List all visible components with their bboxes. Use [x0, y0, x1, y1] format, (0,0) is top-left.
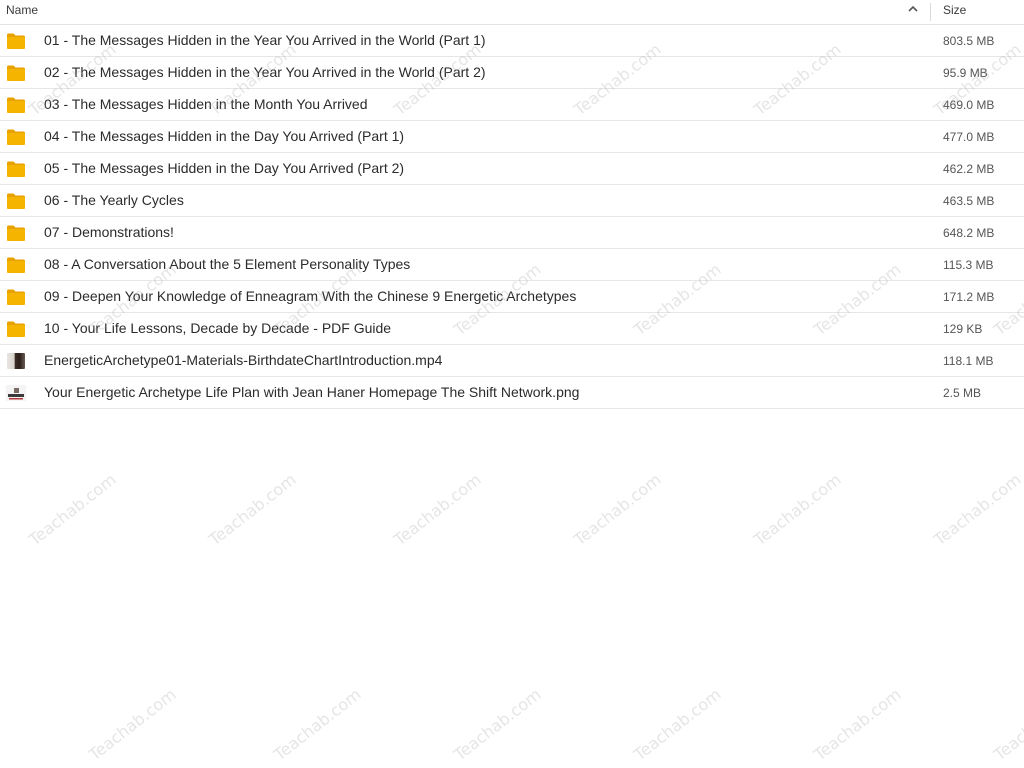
- file-row[interactable]: 07 - Demonstrations! 648.2 MB: [0, 217, 1024, 249]
- file-name[interactable]: 04 - The Messages Hidden in the Day You …: [44, 128, 404, 144]
- file-row[interactable]: 04 - The Messages Hidden in the Day You …: [0, 121, 1024, 153]
- watermark-text: Teachab.com: [570, 469, 665, 550]
- file-size: 648.2 MB: [943, 226, 995, 240]
- file-name[interactable]: 07 - Demonstrations!: [44, 224, 174, 240]
- file-row[interactable]: 06 - The Yearly Cycles 463.5 MB: [0, 185, 1024, 217]
- file-size: 95.9 MB: [943, 66, 988, 80]
- file-name[interactable]: Your Energetic Archetype Life Plan with …: [44, 384, 579, 400]
- file-row[interactable]: 03 - The Messages Hidden in the Month Yo…: [0, 89, 1024, 121]
- file-row[interactable]: EnergeticArchetype01-Materials-Birthdate…: [0, 345, 1024, 377]
- file-row[interactable]: 05 - The Messages Hidden in the Day You …: [0, 153, 1024, 185]
- file-name[interactable]: 05 - The Messages Hidden in the Day You …: [44, 160, 404, 176]
- folder-icon: [7, 289, 25, 305]
- file-name[interactable]: 08 - A Conversation About the 5 Element …: [44, 256, 410, 272]
- name-column-header[interactable]: Name: [6, 3, 38, 17]
- file-name[interactable]: 01 - The Messages Hidden in the Year You…: [44, 32, 486, 48]
- file-size: 129 KB: [943, 322, 983, 336]
- file-row[interactable]: 08 - A Conversation About the 5 Element …: [0, 249, 1024, 281]
- folder-icon: [7, 321, 25, 337]
- file-size: 115.3 MB: [943, 258, 994, 272]
- file-row[interactable]: 01 - The Messages Hidden in the Year You…: [0, 25, 1024, 57]
- watermark-text: Teachab.com: [390, 469, 485, 550]
- watermark-text: Teachab.com: [270, 684, 365, 765]
- file-name[interactable]: 09 - Deepen Your Knowledge of Enneagram …: [44, 288, 576, 304]
- file-size: 469.0 MB: [943, 98, 995, 112]
- folder-icon: [7, 193, 25, 209]
- folder-icon: [7, 129, 25, 145]
- file-size: 118.1 MB: [943, 354, 994, 368]
- file-row[interactable]: 02 - The Messages Hidden in the Year You…: [0, 57, 1024, 89]
- size-column-header[interactable]: Size: [943, 3, 966, 17]
- file-name[interactable]: 03 - The Messages Hidden in the Month Yo…: [44, 96, 368, 112]
- file-name[interactable]: 06 - The Yearly Cycles: [44, 192, 184, 208]
- file-name[interactable]: 02 - The Messages Hidden in the Year You…: [44, 64, 486, 80]
- sort-ascending-icon[interactable]: [906, 2, 920, 16]
- column-header: Name Size: [0, 0, 1024, 25]
- watermark-text: Teachab.com: [450, 684, 545, 765]
- file-name[interactable]: EnergeticArchetype01-Materials-Birthdate…: [44, 352, 442, 368]
- watermark-text: Teachab.com: [85, 684, 180, 765]
- file-row[interactable]: 10 - Your Life Lessons, Decade by Decade…: [0, 313, 1024, 345]
- watermark-text: Teachab.com: [990, 684, 1024, 765]
- watermark-text: Teachab.com: [25, 469, 120, 550]
- folder-icon: [7, 97, 25, 113]
- folder-icon: [7, 33, 25, 49]
- folder-icon: [7, 225, 25, 241]
- folder-icon: [7, 257, 25, 273]
- file-size: 171.2 MB: [943, 290, 995, 304]
- image-thumbnail-icon: [6, 385, 26, 401]
- watermark-text: Teachab.com: [205, 469, 300, 550]
- file-size: 462.2 MB: [943, 162, 995, 176]
- file-size: 477.0 MB: [943, 130, 995, 144]
- watermark-text: Teachab.com: [750, 469, 845, 550]
- file-name[interactable]: 10 - Your Life Lessons, Decade by Decade…: [44, 320, 391, 336]
- file-size: 463.5 MB: [943, 194, 995, 208]
- file-list: 01 - The Messages Hidden in the Year You…: [0, 25, 1024, 409]
- watermark-text: Teachab.com: [630, 684, 725, 765]
- watermark-text: Teachab.com: [930, 469, 1024, 550]
- file-browser: Name Size 01 - The Messages Hidden in th…: [0, 0, 1024, 768]
- file-size: 803.5 MB: [943, 34, 995, 48]
- file-size: 2.5 MB: [943, 386, 982, 400]
- file-row[interactable]: 09 - Deepen Your Knowledge of Enneagram …: [0, 281, 1024, 313]
- watermark-text: Teachab.com: [810, 684, 905, 765]
- folder-icon: [7, 161, 25, 177]
- video-thumbnail-icon: [7, 353, 25, 369]
- folder-icon: [7, 65, 25, 81]
- file-row[interactable]: Your Energetic Archetype Life Plan with …: [0, 377, 1024, 409]
- column-divider[interactable]: [930, 3, 931, 21]
